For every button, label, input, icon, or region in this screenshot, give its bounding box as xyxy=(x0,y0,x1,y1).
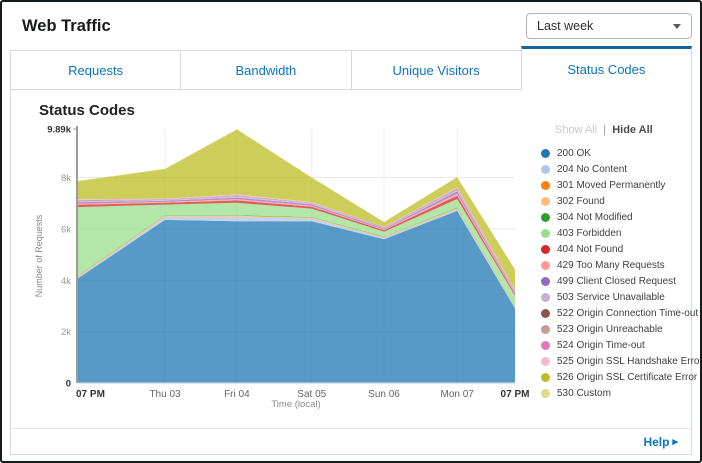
y-tick-label: 4k xyxy=(61,276,71,287)
legend-label: 204 No Content xyxy=(557,164,627,175)
legend-label: 525 Origin SSL Handshake Error xyxy=(557,356,702,367)
legend-dot xyxy=(541,341,550,350)
legend-dot xyxy=(541,373,550,382)
tab-label: Bandwidth xyxy=(236,63,297,78)
help-link[interactable]: Help ▸ xyxy=(643,435,678,449)
legend-dot xyxy=(541,213,550,222)
legend-dot xyxy=(541,309,550,318)
chart-title: Status Codes xyxy=(39,102,691,119)
legend-item-403-forbidden[interactable]: 403 Forbidden xyxy=(541,225,693,241)
legend-dot xyxy=(541,261,550,270)
tab-bar: Requests Bandwidth Unique Visitors Statu… xyxy=(10,46,692,90)
web-traffic-widget: Web Traffic Last week Requests Bandwidth… xyxy=(0,0,702,463)
legend-label: 403 Forbidden xyxy=(557,228,622,239)
area-200-ok xyxy=(77,211,515,383)
legend-item-204-no-content[interactable]: 204 No Content xyxy=(541,161,693,177)
y-tick-label: 0 xyxy=(66,379,71,390)
x-tick-label: Sun 06 xyxy=(368,389,400,400)
legend-dot xyxy=(541,165,550,174)
legend-dot xyxy=(541,229,550,238)
legend-label: 429 Too Many Requests xyxy=(557,260,665,271)
time-range-value: Last week xyxy=(537,19,593,33)
x-axis-label: Time (local) xyxy=(271,399,320,410)
legend-item-503-service-unavailable[interactable]: 503 Service Unavailable xyxy=(541,289,693,305)
legend-label: 526 Origin SSL Certificate Error xyxy=(557,372,697,383)
legend-label: 302 Found xyxy=(557,196,605,207)
legend-label: 523 Origin Unreachable xyxy=(557,324,663,335)
legend-dot xyxy=(541,197,550,206)
tab-label: Unique Visitors xyxy=(393,63,480,78)
help-label: Help xyxy=(643,435,669,449)
legend-label: 499 Client Closed Request xyxy=(557,276,676,287)
legend-dot xyxy=(541,325,550,334)
tab-status-codes[interactable]: Status Codes xyxy=(521,46,692,90)
legend-dot xyxy=(541,389,550,398)
x-tick-label: 07 PM xyxy=(76,389,105,400)
legend-dot xyxy=(541,245,550,254)
chart-legend: Show All | Hide All 200 OK 204 No Content… xyxy=(541,124,693,401)
show-all-button[interactable]: Show All xyxy=(555,124,597,136)
x-tick-label: Sat 05 xyxy=(297,389,326,400)
tab-panel-status-codes: Status Codes Number of Requests Time (lo… xyxy=(10,90,692,455)
legend-item-404-not-found[interactable]: 404 Not Found xyxy=(541,241,693,257)
y-tick-label: 9.89k xyxy=(47,125,71,136)
legend-item-429-too-many-requests[interactable]: 429 Too Many Requests xyxy=(541,257,693,273)
tab-bandwidth[interactable]: Bandwidth xyxy=(180,50,351,90)
legend-item-524-origin-time-out[interactable]: 524 Origin Time-out xyxy=(541,337,693,353)
legend-item-list: 200 OK 204 No Content 301 Moved Permanentl… xyxy=(541,145,693,401)
y-tick-label: 6k xyxy=(61,224,71,235)
legend-label: 200 OK xyxy=(557,148,591,159)
legend-dot xyxy=(541,293,550,302)
legend-item-525-origin-ssl-handshake-error[interactable]: 525 Origin SSL Handshake Error xyxy=(541,353,693,369)
legend-label: 524 Origin Time-out xyxy=(557,340,645,351)
y-tick-label: 8k xyxy=(61,173,71,184)
legend-item-523-origin-unreachable[interactable]: 523 Origin Unreachable xyxy=(541,321,693,337)
legend-dot xyxy=(541,149,550,158)
legend-item-526-origin-ssl-certificate-error[interactable]: 526 Origin SSL Certificate Error xyxy=(541,369,693,385)
legend-header: Show All | Hide All xyxy=(555,124,693,136)
legend-label: 522 Origin Connection Time-out xyxy=(557,308,698,319)
legend-label: 404 Not Found xyxy=(557,244,623,255)
legend-label: 530 Custom xyxy=(557,388,611,399)
legend-label: 304 Not Modified xyxy=(557,212,633,223)
hide-all-button[interactable]: Hide All xyxy=(612,124,653,136)
panel-footer: Help ▸ xyxy=(11,428,691,454)
legend-item-499-client-closed-request[interactable]: 499 Client Closed Request xyxy=(541,273,693,289)
y-tick-label: 2k xyxy=(61,327,71,338)
y-axis-label: Number of Requests xyxy=(34,214,44,297)
legend-dot xyxy=(541,181,550,190)
tab-label: Requests xyxy=(68,63,123,78)
tab-requests[interactable]: Requests xyxy=(10,50,181,90)
tab-unique-visitors[interactable]: Unique Visitors xyxy=(351,50,522,90)
legend-separator: | xyxy=(603,124,606,136)
chart-area: Number of Requests Time (local) 0 2k 4k 6k 8… xyxy=(11,119,691,428)
legend-dot xyxy=(541,277,550,286)
legend-dot xyxy=(541,357,550,366)
x-tick-label: 07 PM xyxy=(501,389,530,400)
time-range-dropdown[interactable]: Last week xyxy=(526,13,692,39)
legend-item-200-ok[interactable]: 200 OK xyxy=(541,145,693,161)
x-tick-label: Fri 04 xyxy=(224,389,250,400)
legend-item-301-moved-permanently[interactable]: 301 Moved Permanently xyxy=(541,177,693,193)
arrow-right-icon: ▸ xyxy=(672,435,678,448)
legend-label: 301 Moved Permanently xyxy=(557,180,665,191)
chevron-down-icon xyxy=(673,24,681,29)
legend-item-530-custom[interactable]: 530 Custom xyxy=(541,385,693,401)
legend-item-302-found[interactable]: 302 Found xyxy=(541,193,693,209)
legend-item-522-origin-connection-time-out[interactable]: 522 Origin Connection Time-out xyxy=(541,305,693,321)
x-tick-label: Mon 07 xyxy=(441,389,475,400)
widget-header: Web Traffic Last week xyxy=(2,2,700,46)
legend-item-304-not-modified[interactable]: 304 Not Modified xyxy=(541,209,693,225)
x-tick-label: Thu 03 xyxy=(149,389,181,400)
legend-label: 503 Service Unavailable xyxy=(557,292,665,303)
widget-title: Web Traffic xyxy=(22,17,111,36)
tab-label: Status Codes xyxy=(567,62,645,77)
